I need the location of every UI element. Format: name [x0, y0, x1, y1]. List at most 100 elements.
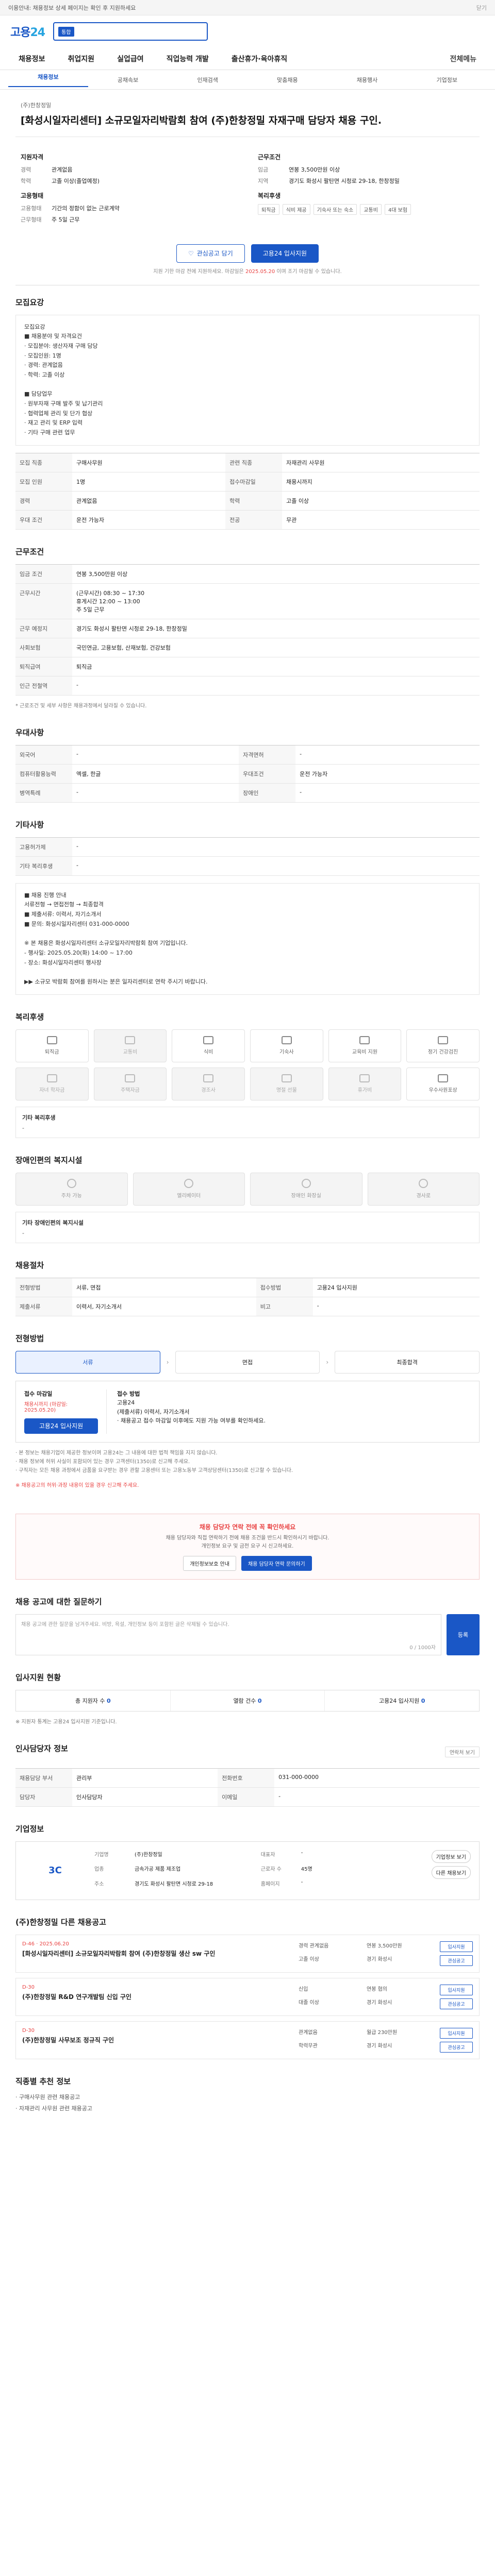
other-job-card[interactable]: D-30 (주)한창정밀 사무보조 정규직 구인 관계없음 월급 230만원 학력무관 경…: [15, 2021, 480, 2059]
company-name[interactable]: (주)한창정밀: [21, 101, 474, 109]
welfare-chip: 퇴직금: [258, 204, 279, 215]
disabled-grid: 주차 가능 엘리베이터 장애인 화장실 경사로: [15, 1172, 480, 1206]
manager-table: 채용담당 부서 관리부 전화번호 031-000-0000 담당자 인사담당자 이메일 -: [15, 1768, 480, 1807]
qna-textarea[interactable]: 채용 공고에 관한 질문을 남겨주세요. 비방, 욕설, 개인정보 등이 포함된…: [15, 1614, 441, 1655]
search-scope-tag[interactable]: 통합: [58, 26, 74, 37]
stat-item: 고용24 입사지원 0: [325, 1690, 479, 1711]
all-menu-button[interactable]: 전체메뉴: [450, 54, 476, 64]
company-title: 기업정보: [15, 1824, 44, 1834]
apply-box: 접수 마감일 채용시까지 (마감일: 2025.05.20) 고용24 입사지원…: [15, 1380, 480, 1443]
company-side-button[interactable]: 기업정보 보기: [431, 1850, 471, 1863]
table-key: 컴퓨터활용능력: [15, 764, 72, 784]
disabled-item: 장애인 화장실: [250, 1172, 362, 1206]
privacy-guide-button[interactable]: 개인정보보호 안내: [183, 1555, 237, 1571]
menu-item-1[interactable]: 취업지원: [68, 54, 95, 64]
duty-table: 모집 직종 구매사무원 관련 직종 자재관리 사무원 모집 인원 1명 접수마감일 채용시까지…: [15, 452, 480, 530]
submenu-item-3[interactable]: 맞춤채용: [248, 76, 327, 84]
qna-row: 채용 공고에 관한 질문을 남겨주세요. 비방, 욕설, 개인정보 등이 포함된…: [15, 1614, 480, 1655]
menu-item-4[interactable]: 출산휴가·육아휴직: [232, 54, 287, 64]
welfare-icon: [359, 1036, 370, 1045]
submenu-item-0[interactable]: 채용정보: [8, 73, 88, 87]
table-row: 임금 조건 연봉 3,500만원 이상: [15, 564, 480, 584]
welfare-item: 교통비: [93, 1029, 167, 1062]
recruit-table: 전형방법 서류, 면접 접수방법 고용24 입사지원 제출서류 이력서, 자기소개서 비고 -: [15, 1277, 480, 1316]
search-input[interactable]: 통합: [53, 22, 208, 41]
other-job-button[interactable]: 입사지원: [440, 2027, 473, 2039]
table-value: -: [72, 676, 480, 696]
table-key: 자격면허: [239, 745, 296, 765]
scrap-button[interactable]: ♡ 관심공고 담기: [176, 244, 245, 263]
company-value: -: [301, 1879, 303, 1885]
table-row: 우대 조건 운전 가능자 전공 무관: [15, 510, 480, 530]
table-value: -: [72, 837, 480, 857]
welfare-item: 우수사원포상: [406, 1067, 480, 1100]
welfare-section: 복리후생 퇴직금 교통비 식비 기숙사 교육비 지원 정기 건강검진 자녀 학자금 주택자금 경…: [15, 1000, 480, 1143]
accessibility-icon: [419, 1179, 428, 1189]
prefer-section: 우대사항 외국어 - 자격면허 - 컴퓨터활용능력 엑셀, 한글 우대조건 운전 가능자 병역특…: [15, 716, 480, 808]
submenu-item-1[interactable]: 공채속보: [88, 76, 168, 84]
qna-section: 채용 공고에 대한 질문하기 채용 공고에 관한 질문을 남겨주세요. 비방, …: [15, 1585, 480, 1660]
welfare-icon: [203, 1074, 214, 1083]
other-job-button[interactable]: 입사지원: [440, 1941, 473, 1952]
other-job-title[interactable]: [화성시일자리센터] 소규모일자리박람회 참여 (주)한창정밀 생산 sw 구인: [22, 1949, 291, 1958]
company-side-button[interactable]: 다른 채용보기: [431, 1866, 471, 1879]
table-key: 모집 직종: [15, 453, 72, 472]
menu-item-2[interactable]: 실업급여: [117, 54, 144, 64]
other-job-button[interactable]: 관심공고: [440, 2041, 473, 2053]
other-job-button[interactable]: 관심공고: [440, 1998, 473, 2009]
welfare-label: 정기 건강검진: [427, 1049, 458, 1056]
table-value: 채용시까지: [282, 472, 480, 492]
submenu-item-4[interactable]: 채용행사: [327, 76, 407, 84]
welfare-label: 식비: [203, 1049, 213, 1056]
table-value: 고용24 입사지원: [312, 1278, 480, 1297]
welfare-item: 명절 선물: [250, 1067, 323, 1100]
submenu-item-5[interactable]: 기업정보: [407, 76, 487, 84]
qna-submit-button[interactable]: 등록: [447, 1614, 480, 1655]
stats-note: ※ 지원자 통계는 고용24 입사지원 기준입니다.: [15, 1719, 117, 1725]
qna-placeholder: 채용 공고에 관한 질문을 남겨주세요. 비방, 욕설, 개인정보 등이 포함된…: [21, 1621, 229, 1628]
table-key: 관련 직종: [225, 453, 283, 472]
disabled-item: 주차 가능: [15, 1172, 128, 1206]
other-job-button[interactable]: 입사지원: [440, 1984, 473, 1995]
other-job-dday: D-30: [22, 1984, 35, 1990]
other-job-title[interactable]: (주)한창정밀 사무보조 정규직 구인: [22, 2036, 291, 2045]
welfare-icon: [46, 1036, 57, 1045]
submenu-item-2[interactable]: 인재검색: [168, 76, 248, 84]
disabled-label: 엘리베이터: [177, 1193, 201, 1199]
disabled-title: 장애인편의 복지시설: [15, 1155, 82, 1165]
table-key: 기타 복리후생: [15, 856, 72, 876]
other-job-title[interactable]: (주)한창정밀 R&D 연구개발팀 신입 구인: [22, 1992, 291, 2002]
footer-link[interactable]: · 자재관리 사무원 관련 채용공고: [15, 2103, 480, 2114]
contact-request-button[interactable]: 채용 담당자 연락 문의하기: [241, 1555, 312, 1571]
site-logo[interactable]: 고용24: [10, 23, 45, 40]
table-row: 담당자 인사담당자 이메일 -: [15, 1787, 480, 1807]
welfare-item: 경조사: [172, 1067, 245, 1100]
summary-key: 근무형태: [21, 216, 42, 223]
other-job-card[interactable]: D-30 (주)한창정밀 R&D 연구개발팀 신입 구인 신입 연봉 협의 대졸 이상 경…: [15, 1977, 480, 2016]
summary-row: 근무형태 주 5일 근무: [21, 215, 237, 224]
disabled-label: 경사로: [416, 1193, 431, 1199]
others-section: (주)한창정밀 다른 채용공고 D-46 · 2025.06.20 [화성시일자리…: [15, 1905, 480, 2064]
menu-item-0[interactable]: 채용정보: [19, 54, 45, 64]
summary-welfare-title: 복리후생: [258, 192, 281, 199]
menu-item-3[interactable]: 직업능력 개발: [167, 54, 209, 64]
process-section: 전형방법 서류 › 면접 › 최종합격 접수 마감일 채용시까지 (마감일: 2025.…: [15, 1321, 480, 1495]
other-job-card[interactable]: D-46 · 2025.06.20 [화성시일자리센터] 소규모일자리박람회 참여…: [15, 1934, 480, 1973]
welfare-icon: [203, 1036, 214, 1045]
welfare-icon: [438, 1036, 449, 1045]
manager-contact-button[interactable]: 연락처 보기: [444, 1746, 480, 1757]
company-key: 주소: [94, 1881, 104, 1887]
arrow-icon: ›: [166, 1358, 169, 1366]
notice-close-button[interactable]: 닫기: [476, 4, 487, 12]
apply-box-button[interactable]: 고용24 입사지원: [24, 1418, 98, 1434]
process-step: 서류: [15, 1350, 160, 1374]
table-value: 운전 가능자: [72, 510, 226, 530]
footer-link[interactable]: · 구매사무원 관련 채용공고: [15, 2092, 480, 2103]
other-jobs: D-46 · 2025.06.20 [화성시일자리센터] 소규모일자리박람회 참여…: [15, 1934, 480, 2059]
welfare-item: 자녀 학자금: [15, 1067, 89, 1100]
apply-button[interactable]: 고용24 입사지원: [251, 244, 319, 263]
summary-qual-title: 지원자격: [21, 153, 44, 161]
disabled-label: 장애인 화장실: [291, 1193, 321, 1199]
other-job-button[interactable]: 관심공고: [440, 1955, 473, 1966]
cta-note: 지원 기한 마감 전에 지원하세요. 마감일은 2025.05.20 이며 조기…: [15, 267, 480, 285]
